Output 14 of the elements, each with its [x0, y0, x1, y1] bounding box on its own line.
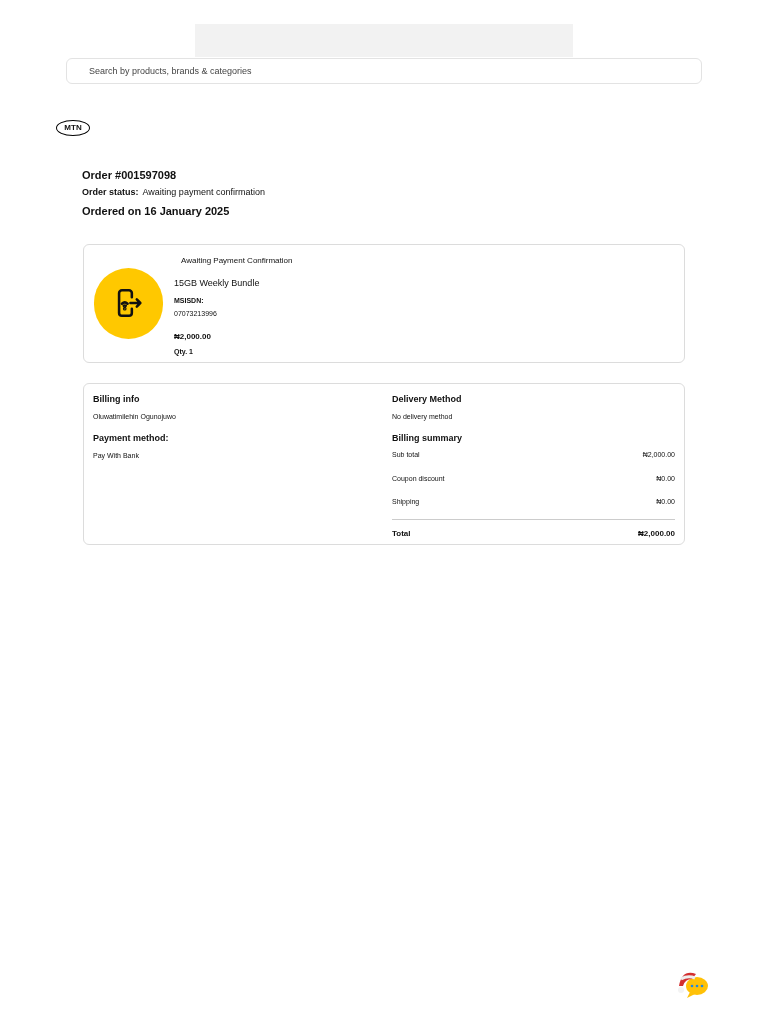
- section-title: Billing summary: [392, 431, 464, 445]
- item-status: Awaiting Payment Confirmation: [180, 254, 293, 267]
- section-title: Delivery Method: [392, 392, 463, 406]
- section-title: Billing info: [93, 392, 141, 406]
- order-date: Ordered on 16 January 2025: [82, 204, 231, 219]
- total-label: Total: [392, 527, 411, 540]
- total-value: ₦2,000.00: [638, 527, 675, 540]
- item-price: ₦2,000.00: [174, 331, 212, 343]
- status-value: Awaiting payment confirmation: [142, 185, 265, 199]
- search-field[interactable]: Search by products, brands & categories: [66, 58, 702, 84]
- item-name: 15GB Weekly Bundle: [174, 276, 261, 290]
- status-label: Order status:: [82, 185, 139, 199]
- section-title: Payment method:: [93, 431, 170, 445]
- order-number: Order #001597098: [82, 168, 178, 183]
